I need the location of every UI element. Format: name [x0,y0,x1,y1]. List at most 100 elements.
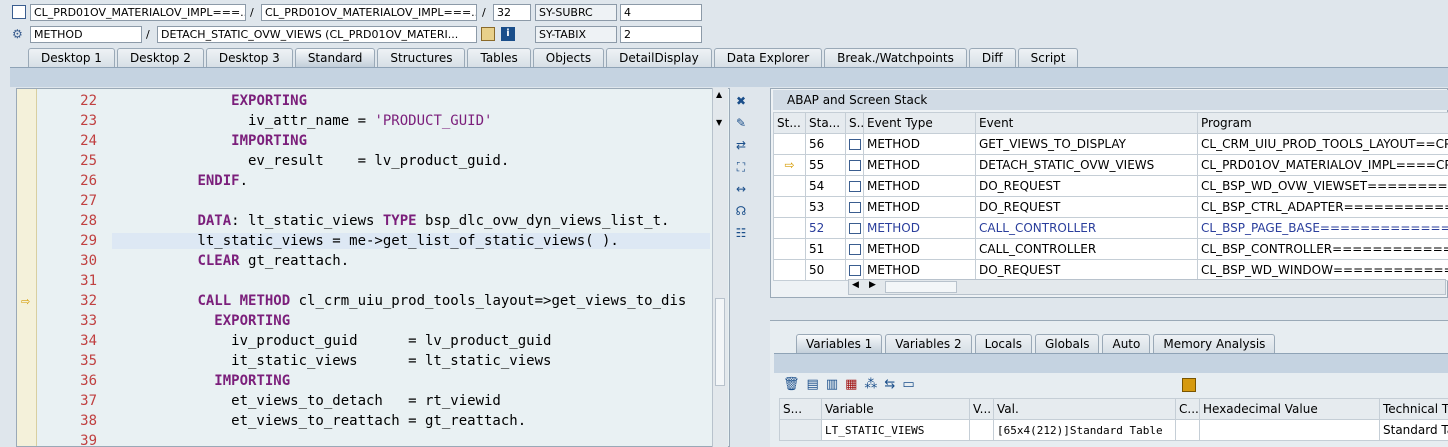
append-row-icon[interactable]: ▥ [826,377,838,393]
col-s[interactable]: S... [845,112,864,134]
variable-value[interactable]: [65x4(212)]Standard Table [993,419,1176,441]
stack-level[interactable]: 52 [805,217,846,239]
event-type-field[interactable]: METHOD [30,26,142,43]
table-row[interactable]: ⇨ 55 METHOD DETACH_STATIC_OVW_VIEWS CL_PRD01… [773,154,1448,176]
col-event[interactable]: Event [975,112,1198,134]
col-c[interactable]: C... [1175,398,1200,420]
event-type[interactable]: METHOD [863,217,976,239]
services-icon[interactable]: ☊ [733,203,749,219]
stack-level[interactable]: 56 [805,133,846,155]
tab-tables[interactable]: Tables [467,48,531,67]
tab-variables-2[interactable]: Variables 2 [885,334,972,353]
breakpoint-gutter[interactable] [17,89,37,446]
tab-globals[interactable]: Globals [1034,334,1100,353]
col-program[interactable]: Program [1197,112,1448,134]
tab-variables-1[interactable]: Variables 1 [796,334,883,353]
event-type[interactable]: METHOD [863,175,976,197]
tab-breakpoints[interactable]: Break./Watchpoints [824,48,967,67]
code-line[interactable]: et_views_to_detach = rt_viewid [130,393,501,409]
event-type[interactable]: METHOD [863,154,976,176]
variable-name[interactable]: LT_STATIC_VIEWS [821,419,970,441]
stack-level[interactable]: 55 [805,154,846,176]
info-icon[interactable]: i [501,27,515,41]
display-icon[interactable] [481,27,495,41]
settings-icon[interactable]: ☷ [733,225,749,241]
delete-row-icon[interactable]: ▦ [845,377,857,393]
table-row[interactable]: 54 METHOD DO_REQUEST CL_BSP_WD_OVW_VIEWSET=… [773,175,1448,197]
stack-level[interactable]: 54 [805,175,846,197]
code-line[interactable]: EXPORTING [130,313,290,329]
code-line[interactable]: iv_attr_name = 'PRODUCT_GUID' [130,113,492,129]
col-variable[interactable]: Variable [821,398,970,420]
scroll-up-icon[interactable]: ▲ [716,90,722,99]
swap-tool-icon[interactable]: ⇄ [733,137,749,153]
event-name[interactable]: GET_VIEWS_TO_DISPLAY [975,133,1198,155]
new-tool-icon[interactable]: ✎ [733,115,749,131]
tab-desktop-3[interactable]: Desktop 3 [205,48,293,67]
col-v[interactable]: V... [969,398,994,420]
editor-scrollbar[interactable]: ▲ ▼ [712,88,728,447]
program-name[interactable]: CL_BSP_CONTROLLER=============CP [1197,238,1448,260]
col-stack-level[interactable]: Sta... [805,112,846,134]
table-row[interactable]: 50 METHOD DO_REQUEST CL_BSP_WD_WINDOW======… [773,259,1448,281]
stack-hscroll[interactable]: ◀ ▶ [848,279,1446,295]
hierarchy-icon[interactable]: ⁂ [864,377,877,393]
delete-icon[interactable]: 🗑 [783,377,800,393]
scroll-thumb[interactable] [885,281,957,293]
col-event-type[interactable]: Event Type [863,112,976,134]
source-editor[interactable]: 22 EXPORTING 23 iv_attr_name = 'PRODUCT_G… [16,88,730,447]
scroll-right-icon[interactable]: ▶ [869,280,876,290]
code-line[interactable]: IMPORTING [130,133,307,149]
program-name[interactable]: CL_BSP_PAGE_BASE==============CP [1197,217,1448,239]
tab-structures[interactable]: Structures [377,48,466,67]
stack-level[interactable]: 53 [805,196,846,218]
close-icon[interactable]: ✖ [733,93,749,109]
code-line[interactable]: CALL METHOD cl_crm_uiu_prod_tools_layout… [130,293,686,309]
code-line[interactable]: it_static_views = lt_static_views [130,353,551,369]
program-name[interactable]: CL_CRM_UIU_PROD_TOOLS_LAYOUT==CP [1197,133,1448,155]
code-line[interactable]: CLEAR gt_reattach. [130,253,349,269]
tab-desktop-1[interactable]: Desktop 1 [28,48,115,67]
code-line[interactable]: EXPORTING [130,93,307,109]
resize-icon[interactable]: ↔ [733,181,749,197]
program-name[interactable]: CL_PRD01OV_MATERIALOV_IMPL====CP [1197,154,1448,176]
col-technical-type[interactable]: Technical Ty [1379,398,1448,420]
code-line[interactable]: et_views_to_reattach = gt_reattach. [130,413,526,429]
folder-icon[interactable]: ▭ [902,377,914,393]
event-name[interactable]: DO_REQUEST [975,259,1198,281]
code-line[interactable]: ENDIF. [130,173,248,189]
col-status[interactable]: St... [773,112,806,134]
col-hex[interactable]: Hexadecimal Value [1199,398,1380,420]
tab-script[interactable]: Script [1017,48,1079,67]
table-row[interactable]: LT_STATIC_VIEWS [65x4(212)]Standard Tabl… [779,419,1448,441]
stack-level[interactable]: 50 [805,259,846,281]
event-name[interactable]: CALL_CONTROLLER [975,217,1198,239]
code-line[interactable]: ev_result = lv_product_guid. [130,153,509,169]
event-type[interactable]: METHOD [863,196,976,218]
maximize-icon[interactable]: ⛶ [733,159,749,175]
col-s[interactable]: S... [779,398,822,420]
program-field[interactable]: CL_PRD01OV_MATERIALOV_IMPL===... [30,4,246,21]
scroll-thumb[interactable] [715,298,725,386]
col-value[interactable]: Val. [993,398,1176,420]
code-line[interactable]: IMPORTING [130,373,290,389]
tab-desktop-2[interactable]: Desktop 2 [116,48,204,67]
event-type[interactable]: METHOD [863,133,976,155]
code-line[interactable]: lt_static_views = me->get_list_of_static… [112,233,710,249]
table-row[interactable]: 52 METHOD CALL_CONTROLLER CL_BSP_PAGE_BASE=… [773,217,1448,239]
stack-level[interactable]: 51 [805,238,846,260]
tab-diff[interactable]: Diff [968,48,1016,67]
event-type[interactable]: METHOD [863,238,976,260]
event-name[interactable]: DO_REQUEST [975,175,1198,197]
include-field[interactable]: CL_PRD01OV_MATERIALOV_IMPL===... [261,4,477,21]
save-icon[interactable] [1182,378,1196,392]
table-row[interactable]: 56 METHOD GET_VIEWS_TO_DISPLAY CL_CRM_UIU_P… [773,133,1448,155]
code-line[interactable]: DATA: lt_static_views TYPE bsp_dlc_ovw_d… [130,213,669,229]
event-name[interactable]: CALL_CONTROLLER [975,238,1198,260]
tab-standard[interactable]: Standard [294,48,376,67]
table-row[interactable]: 53 METHOD DO_REQUEST CL_BSP_CTRL_ADAPTER===… [773,196,1448,218]
scroll-down-icon[interactable]: ▼ [716,118,722,127]
event-name[interactable]: DETACH_STATIC_OVW_VIEWS [975,154,1198,176]
event-field[interactable]: DETACH_STATIC_OVW_VIEWS (CL_PRD01OV_MATE… [157,26,477,43]
tab-auto[interactable]: Auto [1102,334,1151,353]
